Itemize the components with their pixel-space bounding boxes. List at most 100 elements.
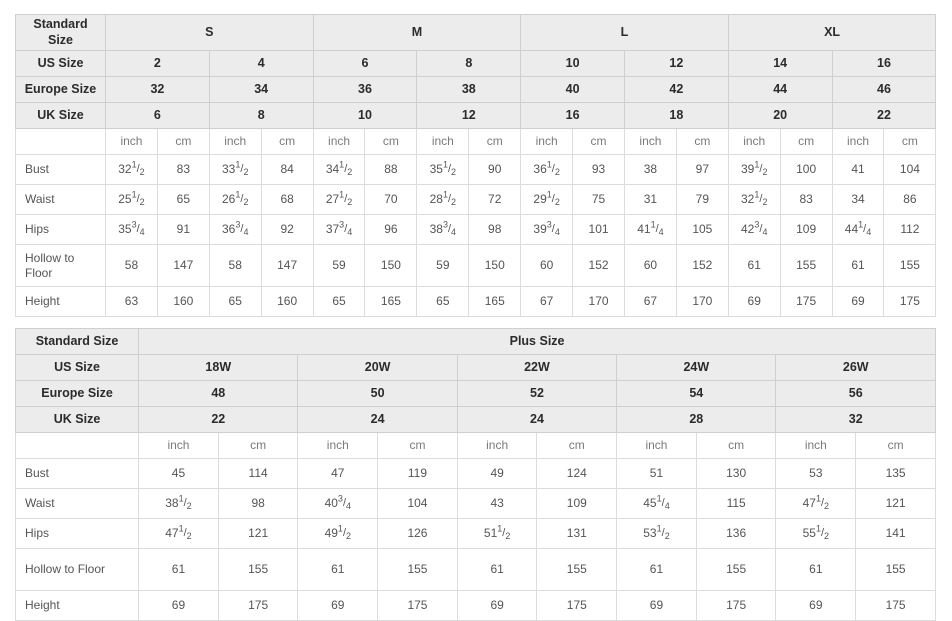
measure-cell: 84 [260, 154, 314, 185]
measure-row-label: Hips [15, 214, 106, 245]
size-row: US Size 18W 20W 22W 24W 26W [14, 354, 936, 381]
measure-cell: 155 [695, 548, 777, 591]
measure-cell: 391/2 [727, 154, 781, 185]
unit-row: inch cm inch cm inch cm inch cm inch cm [14, 432, 936, 459]
unit-row-blank [14, 432, 140, 459]
size-tables-container: Standard Size S M L XL US Size 2 4 6 8 10 12 14 16 Eur… [14, 14, 937, 621]
size-value: 8 [416, 50, 522, 77]
unit-cell: inch [456, 432, 538, 459]
measure-cell: 141 [855, 518, 936, 549]
standard-size-header: Standard Size [15, 14, 106, 51]
measure-cell: 65 [312, 286, 366, 317]
measure-cell: 383/4 [416, 214, 470, 245]
measure-cell: 101 [572, 214, 625, 245]
measure-cell: 59 [416, 244, 470, 287]
measure-cell: 160 [260, 286, 314, 317]
size-row: Europe Size 32 34 36 38 40 42 44 46 [15, 76, 937, 103]
unit-cell: cm [468, 128, 522, 155]
size-value: 40 [520, 76, 625, 103]
measure-cell: 353/4 [105, 214, 158, 245]
unit-cell: inch [138, 432, 219, 459]
measure-cell: 471/2 [775, 488, 857, 519]
table-row: Waist 381/2 98 403/4 104 43 109 451/4 115 471/2 12… [14, 488, 936, 519]
measure-cell: 373/4 [312, 214, 366, 245]
measure-cell: 155 [377, 548, 458, 591]
measure-cell: 119 [377, 458, 458, 489]
table-row: Hollow to Floor 58 147 58 147 59 150 59 150 60 152… [15, 244, 937, 287]
measure-cell: 86 [883, 184, 937, 215]
unit-cell: cm [855, 432, 936, 459]
table-row: Hips 353/4 91 363/4 92 373/4 96 383/4 98 393/4 101… [15, 214, 937, 245]
unit-cell: cm [364, 128, 418, 155]
measure-cell: 175 [695, 590, 777, 621]
size-value: 10 [520, 50, 625, 77]
measure-cell: 175 [217, 590, 299, 621]
measure-cell: 155 [536, 548, 618, 591]
measure-row-label: Waist [14, 488, 140, 519]
plus-size-header: Plus Size [138, 328, 936, 355]
table-gap [15, 317, 936, 328]
measure-cell: 341/2 [312, 154, 366, 185]
size-value: 24W [616, 354, 777, 381]
measure-cell: 147 [156, 244, 210, 287]
unit-cell: inch [105, 128, 158, 155]
measure-row-label: Bust [15, 154, 106, 185]
unit-cell: cm [156, 128, 210, 155]
unit-cell: cm [260, 128, 314, 155]
size-value: 52 [456, 380, 618, 407]
measure-cell: 47 [297, 458, 379, 489]
size-value: 16 [520, 102, 625, 129]
size-value: 26W [775, 354, 936, 381]
measure-cell: 165 [468, 286, 522, 317]
size-value: 10 [312, 102, 418, 129]
measure-cell: 100 [779, 154, 833, 185]
unit-cell: cm [377, 432, 458, 459]
measure-cell: 31 [623, 184, 677, 215]
measure-cell: 109 [779, 214, 833, 245]
measure-cell: 551/2 [775, 518, 857, 549]
measure-cell: 61 [616, 548, 697, 591]
measure-cell: 93 [572, 154, 625, 185]
size-value: 12 [623, 50, 729, 77]
size-value: 22 [831, 102, 937, 129]
size-value: 8 [208, 102, 314, 129]
measure-cell: 53 [775, 458, 857, 489]
measure-cell: 381/2 [138, 488, 219, 519]
measure-cell: 131 [536, 518, 618, 549]
unit-cell: cm [883, 128, 937, 155]
table-row: Height 63 160 65 160 65 165 65 165 67 170 67 170 69 17… [15, 286, 937, 317]
size-value: 22W [456, 354, 618, 381]
measure-cell: 83 [779, 184, 833, 215]
measure-cell: 60 [623, 244, 677, 287]
measure-cell: 69 [456, 590, 538, 621]
measure-cell: 321/2 [105, 154, 158, 185]
measure-cell: 75 [572, 184, 625, 215]
size-row: Europe Size 48 50 52 54 56 [14, 380, 936, 407]
measure-cell: 88 [364, 154, 418, 185]
measure-cell: 471/2 [138, 518, 219, 549]
size-value: 48 [138, 380, 299, 407]
size-row-label: US Size [14, 354, 140, 381]
size-value: 24 [297, 406, 458, 433]
size-value: 32 [105, 76, 210, 103]
measure-cell: 363/4 [208, 214, 262, 245]
measure-cell: 126 [377, 518, 458, 549]
measure-cell: 67 [623, 286, 677, 317]
measure-cell: 65 [156, 184, 210, 215]
measure-cell: 155 [883, 244, 937, 287]
size-value: 18 [623, 102, 729, 129]
measure-cell: 83 [156, 154, 210, 185]
measure-cell: 104 [883, 154, 937, 185]
size-value: 14 [727, 50, 833, 77]
measure-cell: 61 [831, 244, 885, 287]
measure-cell: 511/2 [456, 518, 538, 549]
measure-cell: 112 [883, 214, 937, 245]
measure-row-label: Hollow to Floor [14, 548, 140, 591]
measure-cell: 61 [727, 244, 781, 287]
measure-cell: 65 [208, 286, 262, 317]
size-row-label: US Size [15, 50, 106, 77]
size-row: US Size 2 4 6 8 10 12 14 16 [15, 50, 937, 77]
size-group-s: S [105, 14, 314, 51]
measure-cell: 98 [468, 214, 522, 245]
standard-size-table: Standard Size S M L XL US Size 2 4 6 8 10 12 14 16 Eur… [15, 14, 937, 317]
